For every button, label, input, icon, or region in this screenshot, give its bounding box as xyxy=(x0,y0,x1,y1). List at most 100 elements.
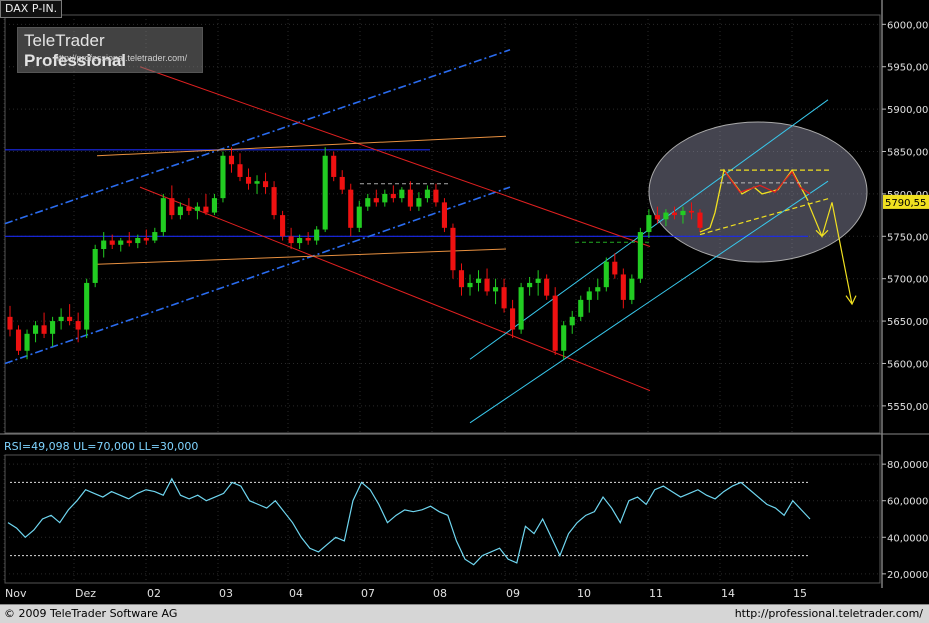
candle-body xyxy=(7,316,13,330)
rsi-y-tick-label: 60,0000 xyxy=(887,497,928,508)
candle-body xyxy=(58,316,64,322)
candle-body xyxy=(561,325,567,351)
last-price-label: 5790,55 xyxy=(885,198,926,209)
y-tick-label: 5650,00 xyxy=(887,317,928,328)
candle-body xyxy=(544,278,550,296)
candle-body xyxy=(399,189,405,199)
candle-body xyxy=(348,189,354,228)
candle-body xyxy=(433,189,439,203)
candle-body xyxy=(390,193,396,199)
candle-body xyxy=(493,287,499,292)
candle-body xyxy=(152,232,158,241)
candle-body xyxy=(450,227,456,271)
candle-body xyxy=(654,215,660,220)
candle-body xyxy=(663,212,669,220)
status-bar: © 2009 TeleTrader Software AG http://pro… xyxy=(0,604,929,623)
candle-body xyxy=(501,287,507,309)
candle-body xyxy=(586,291,592,300)
candle-body xyxy=(84,282,90,330)
candle-body xyxy=(245,176,252,184)
logo-brand: TeleTrader xyxy=(24,31,105,50)
candle-body xyxy=(475,278,482,283)
y-tick-label: 5850,00 xyxy=(887,148,928,159)
x-tick-label: 15 xyxy=(793,587,807,600)
y-tick-label: 5700,00 xyxy=(887,275,928,286)
rsi-y-tick-label: 20,0000 xyxy=(887,570,928,581)
y-tick-label: 5600,00 xyxy=(887,359,928,370)
candle-body xyxy=(595,287,601,292)
candle-body xyxy=(194,206,200,211)
x-tick-label: 03 xyxy=(219,587,233,600)
candle-body xyxy=(365,198,371,207)
candle-body xyxy=(458,270,465,288)
candle-body xyxy=(288,236,294,244)
rsi-y-tick-label: 40,0000 xyxy=(887,533,928,544)
candle-body xyxy=(646,215,652,233)
candle-body xyxy=(467,282,473,288)
x-tick-label: 11 xyxy=(649,587,663,600)
logo-wordmark: TeleTrader Professional xyxy=(24,31,202,71)
candle-body xyxy=(33,325,39,334)
candle-body xyxy=(228,155,235,165)
candle-body xyxy=(203,206,209,213)
candle-body xyxy=(484,278,490,292)
x-tick-label: Nov xyxy=(5,587,27,600)
x-tick-label: 04 xyxy=(289,587,303,600)
candle-body xyxy=(126,240,132,244)
candle-body xyxy=(24,333,30,351)
candle-body xyxy=(637,232,643,279)
candle-body xyxy=(237,164,243,177)
y-tick-label: 5950,00 xyxy=(887,63,928,74)
candle-body xyxy=(578,299,584,317)
candle-body xyxy=(612,261,618,275)
candle-body xyxy=(510,308,516,330)
candle-body xyxy=(407,189,413,207)
candle-body xyxy=(143,237,149,241)
y-tick-label: 6000,00 xyxy=(887,20,928,31)
footer-url[interactable]: http://professional.teletrader.com/ xyxy=(735,607,923,620)
candle-body xyxy=(314,229,320,241)
candle-body xyxy=(75,321,81,330)
x-tick-label: 10 xyxy=(577,587,591,600)
candle-body xyxy=(280,215,286,237)
chart-canvas[interactable]: Nov Dez 02 03 04 07 08 09 10 11 14 15 5550,00 5600,00… xyxy=(0,0,929,622)
rsi-panel xyxy=(4,454,881,584)
x-tick-label: 02 xyxy=(147,587,161,600)
x-tick-label: 07 xyxy=(361,587,375,600)
candle-body xyxy=(356,206,362,228)
candle-body xyxy=(569,316,575,326)
candle-body xyxy=(220,155,226,199)
x-tick-label: 08 xyxy=(433,587,447,600)
logo-url: http://professional.teletrader.com/ xyxy=(54,53,188,63)
teletrader-logo: TeleTrader Professional http://professio… xyxy=(17,27,203,73)
candle-body xyxy=(671,212,677,216)
candle-body xyxy=(620,274,626,300)
rsi-indicator-label: RSI=49,098 UL=70,000 LL=30,000 xyxy=(4,440,199,453)
candle-body xyxy=(527,282,533,288)
candle-body xyxy=(254,181,260,184)
candle-body xyxy=(118,240,124,245)
candle-body xyxy=(680,210,686,216)
x-tick-label: 14 xyxy=(721,587,735,600)
candle-body xyxy=(160,198,166,233)
candle-body xyxy=(109,240,115,245)
copyright-text: © 2009 TeleTrader Software AG xyxy=(4,607,178,620)
candle-body xyxy=(135,237,141,244)
candle-body xyxy=(186,206,192,211)
candle-body xyxy=(263,181,269,188)
candle-body xyxy=(92,249,98,283)
candle-body xyxy=(441,202,447,228)
rsi-y-tick-label: 80,0000 xyxy=(887,460,928,471)
candle-body xyxy=(629,278,635,300)
candle-body xyxy=(67,316,73,322)
price-axis-area xyxy=(882,0,929,604)
y-tick-label: 5900,00 xyxy=(887,105,928,116)
candle-body xyxy=(535,278,541,283)
symbol-title: DAX P-IN. xyxy=(5,2,58,15)
y-tick-label: 5750,00 xyxy=(887,232,928,243)
candle-body xyxy=(382,193,388,203)
ellipse-highlight xyxy=(648,121,868,263)
candle-body xyxy=(211,198,217,213)
candle-body xyxy=(603,261,609,288)
y-tick-label: 5550,00 xyxy=(887,402,928,413)
